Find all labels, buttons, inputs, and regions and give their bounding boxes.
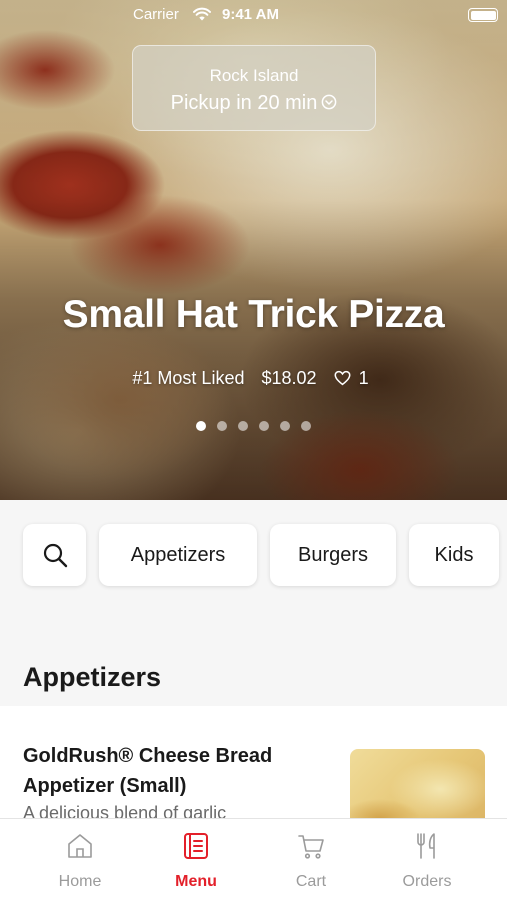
bottom-tab-bar: Home Menu Cart Orders [0,818,507,900]
category-chip-burgers[interactable]: Burgers [270,524,396,586]
tab-home[interactable]: Home [30,831,130,891]
category-chip-kids[interactable]: Kids [409,524,499,586]
popularity-badge: #1 Most Liked [132,368,245,388]
menu-item-name-line2: Appetizer (Small) [23,775,187,797]
hero-banner[interactable]: Carrier 9:41 AM Rock Island Pickup in 20… [0,0,507,500]
like-count[interactable]: 1 [334,368,375,388]
menu-item-name: GoldRush® Cheese Bread Appetizer (Small) [23,741,313,801]
menu-icon [184,833,208,859]
featured-item-meta: #1 Most Liked $18.02 1 [0,368,507,389]
tab-menu[interactable]: Menu [146,831,246,891]
pickup-time: Pickup in 20 min [133,92,375,115]
carousel-dot[interactable] [259,421,269,431]
tab-orders[interactable]: Orders [377,831,477,891]
location-name: Rock Island [209,66,299,85]
tab-orders-label: Orders [402,873,452,890]
location-selector[interactable]: Rock Island Pickup in 20 min [132,45,376,131]
carousel-dot[interactable] [217,421,227,431]
carrier-label: Carrier [133,6,179,23]
tab-cart-label: Cart [295,873,327,890]
search-icon [43,543,67,568]
tab-menu-label: Menu [175,873,217,890]
cart-icon [298,835,324,859]
clock: 9:41 AM [222,6,279,23]
carousel-dot[interactable] [280,421,290,431]
featured-price: $18.02 [261,368,317,388]
category-bar: Appetizers Burgers Kids [0,524,507,588]
menu-item-name-line1: GoldRush® Cheese Bread [23,745,273,767]
battery-icon [468,8,498,22]
featured-item-title: Small Hat Trick Pizza [62,293,445,336]
tab-home-label: Home [58,873,102,890]
carousel-dot[interactable] [301,421,311,431]
home-icon [68,834,92,858]
search-button[interactable] [23,524,86,586]
tab-cart[interactable]: Cart [261,831,361,891]
menu-item-card[interactable]: GoldRush® Cheese Bread Appetizer (Small)… [0,706,507,826]
chevron-down-icon [322,94,337,110]
wifi-icon [193,7,211,21]
fork-knife-icon [417,833,435,859]
pickup-label: Pickup in 20 min [170,92,318,114]
carousel-indicator[interactable] [0,421,507,431]
carousel-dot[interactable] [196,421,206,431]
status-bar: Carrier 9:41 AM [0,0,507,30]
section-heading: Appetizers [23,662,162,692]
like-count-value: 1 [358,368,369,388]
heart-icon [334,370,351,386]
category-chip-appetizers[interactable]: Appetizers [99,524,257,586]
menu-item-image [350,749,485,826]
carousel-dot[interactable] [238,421,248,431]
